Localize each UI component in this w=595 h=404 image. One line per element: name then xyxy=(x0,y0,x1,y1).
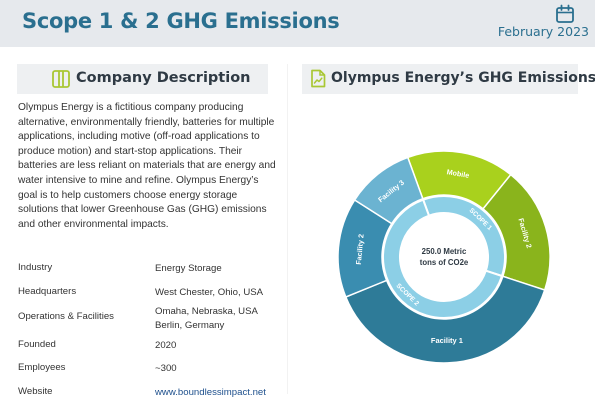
emissions-heading: Olympus Energy’s GHG Emissions xyxy=(331,70,595,86)
emissions-header: Olympus Energy’s GHG Emissions xyxy=(302,64,595,94)
outer-label-facility-1-2: Facility 1 xyxy=(431,336,463,345)
center-label-line-1: tons of CO2e xyxy=(420,258,469,267)
page-title: Scope 1 & 2 GHG Emissions xyxy=(22,9,340,33)
detail-value: Omaha, Nebraska, USA Berlin, Germany xyxy=(155,306,258,331)
detail-label: Operations & Facilities xyxy=(18,311,114,322)
building-icon xyxy=(52,70,70,88)
chart-file-icon xyxy=(311,69,326,88)
emissions-sunburst-chart: MobileFacility 2Facility 1Facility 2Faci… xyxy=(337,150,551,364)
website-link[interactable]: www.boundlessimpact.net xyxy=(155,386,295,400)
detail-value: Energy Storage xyxy=(155,263,222,274)
detail-value: 2020 xyxy=(155,340,177,351)
detail-label: Industry xyxy=(18,262,53,273)
column-divider xyxy=(287,64,288,394)
center-label-line-0: 250.0 Metric xyxy=(422,247,467,256)
company-description-heading: Company Description xyxy=(76,70,251,86)
detail-label: Website xyxy=(18,386,53,397)
detail-value: West Chester, Ohio, USA xyxy=(155,287,264,298)
detail-value: ~300 xyxy=(155,363,177,374)
detail-label: Employees xyxy=(18,362,66,373)
calendar-icon xyxy=(556,4,574,23)
page-header: Scope 1 & 2 GHG Emissions February 2023 xyxy=(0,0,595,47)
detail-label: Headquarters xyxy=(18,286,77,297)
chart-center xyxy=(401,214,487,300)
detail-label: Founded xyxy=(18,339,56,350)
company-description-header: Company Description xyxy=(17,64,268,94)
company-description-text: Olympus Energy is a fictitious company p… xyxy=(18,102,276,230)
report-date: February 2023 xyxy=(497,24,589,39)
